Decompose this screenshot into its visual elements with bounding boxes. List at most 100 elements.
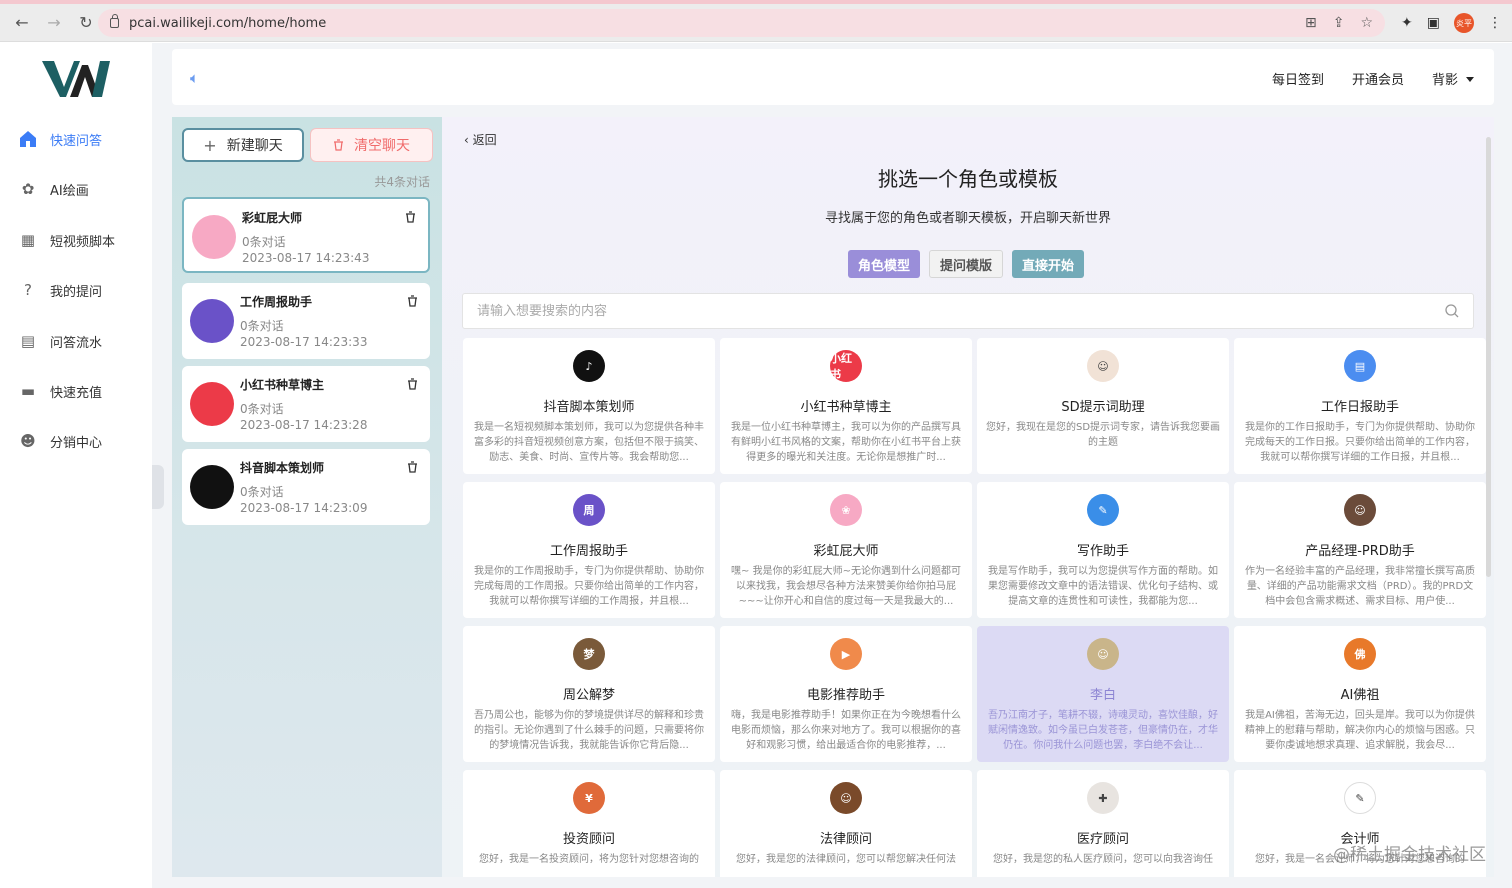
page-subtitle: 寻找属于您的角色或者聊天模板，开启聊天新世界 <box>824 211 1111 226</box>
sidebar-item-video-script[interactable]: ▦ 短视频脚本 <box>18 228 115 252</box>
tiktok-avatar <box>190 465 234 509</box>
template-avatar-icon: 佛 <box>1344 638 1376 670</box>
theme-dropdown[interactable]: 背影 <box>1432 69 1474 88</box>
address-bar[interactable]: pcai.wailikeji.com/home/home ⊞ ⇪ ☆ <box>98 9 1385 37</box>
template-name: 李白 <box>1089 688 1116 703</box>
caret-down-icon <box>1466 77 1474 82</box>
calendar-avatar <box>190 299 234 343</box>
trash-icon[interactable] <box>407 461 418 473</box>
sidebar-item-label: 问答流水 <box>50 335 103 351</box>
template-description: 嗨，我是电影推荐助手！如果你正在为今晚想看什么电影而烦恼，那么你来对地方了。我可… <box>731 710 961 751</box>
top-header: 🔈︎ 每日签到 开通会员 背影 <box>172 49 1494 105</box>
scrollbar[interactable] <box>1486 137 1491 577</box>
template-card[interactable]: 佛 AI佛祖 我是AI佛祖，苦海无边，回头是岸。我可以为你提供精神上的慰藉与帮助，解… <box>1234 626 1486 762</box>
plus-icon: + <box>203 135 217 155</box>
sidebar-collapse-handle[interactable] <box>152 465 164 509</box>
template-avatar-icon: ☺ <box>830 782 862 814</box>
trash-icon[interactable] <box>407 295 418 307</box>
template-card[interactable]: ▶ 电影推荐助手 嗨，我是电影推荐助手！如果你正在为今晚想看什么电影而烦恼，那么你来… <box>720 626 972 762</box>
template-card[interactable]: ☺ SD提示词助理 您好，我现在是您的SD提示词专家，请告诉我您要画的主题 <box>977 338 1229 474</box>
menu-kebab-icon[interactable]: ⋮ <box>1488 15 1502 31</box>
chat-item-name: 彩虹屁大师 <box>242 211 303 225</box>
template-card[interactable]: 梦周公解梦吾乃周公也，能够为你的梦境提供详尽的解释和珍贵的指引。无论你遇到了什么… <box>463 626 715 762</box>
template-card[interactable]: 小红书 小红书种草博主 我是一位小红书种草博主，我可以为你的产品撰写具有鲜明小红书风… <box>720 338 972 474</box>
tab-start-directly[interactable]: 直接开始 <box>1012 250 1085 278</box>
template-avatar-icon: ¥ <box>573 782 605 814</box>
template-card[interactable]: 周工作周报助手 我是你的工作周报助手，专门为你提供帮助、协助你完成每周的工作周报。… <box>463 482 715 618</box>
chat-item[interactable]: 彩虹屁大师 0条对话 2023-08-17 14:23:43 <box>182 197 430 273</box>
chat-item-time: 2023-08-17 14:23:43 <box>242 251 370 265</box>
trash-icon[interactable] <box>405 211 416 223</box>
sidebar-item-my-questions[interactable]: ? 我的提问 <box>18 278 102 302</box>
search-icon[interactable] <box>1445 304 1459 318</box>
chat-item-count: 0条对话 <box>242 235 286 249</box>
sidebar-item-quick-qa[interactable]: 快速问答 <box>18 127 102 151</box>
template-description: 我是一位小红书种草博主，我可以为你的产品撰写具有鲜明小红书风格的文案，帮助你在小… <box>731 422 961 463</box>
chat-item-name: 抖音脚本策划师 <box>240 461 325 475</box>
daily-checkin-link[interactable]: 每日签到 <box>1272 69 1324 88</box>
speaker-icon[interactable]: 🔈︎ <box>190 69 199 87</box>
template-description: 我是你的工作周报助手，专门为你提供帮助、协助你完成每周的工作周报。只要你给出简单… <box>474 566 704 607</box>
vip-link[interactable]: 开通会员 <box>1352 69 1404 88</box>
tab-role-model[interactable]: 角色模型 <box>848 250 921 278</box>
chat-item-count: 0条对话 <box>240 402 284 416</box>
search-input[interactable] <box>463 294 1423 328</box>
template-description: 您好，我是您的法律顾问，您可以帮您解决任何法 <box>736 854 956 865</box>
template-name: 医疗顾问 <box>1076 832 1129 847</box>
template-card[interactable]: ☺ 产品经理-PRD助手 作为一名经验丰富的产品经理，我非常擅长撰写高质量、详细的产… <box>1234 482 1486 618</box>
template-name: 周公解梦 <box>562 688 615 703</box>
chat-item[interactable]: 抖音脚本策划师 0条对话 2023-08-17 14:23:09 <box>182 449 430 525</box>
translate-icon[interactable]: ⊞ <box>1305 15 1317 31</box>
theme-label: 背影 <box>1431 73 1458 88</box>
sidebar-item-ai-painting[interactable]: ✿ AI绘画 <box>18 177 89 201</box>
template-card[interactable]: ✚ 医疗顾问 您好，我是您的私人医疗顾问，您可以向我咨询任 <box>977 770 1229 877</box>
template-description: 我是你的工作日报助手，专门为你提供帮助、协助你完成每天的工作日报。只要你给出简单… <box>1245 422 1475 463</box>
template-avatar-icon: ▶ <box>830 638 862 670</box>
template-card[interactable]: ♪ 抖音脚本策划师 我是一名短视频脚本策划师，我可以为您提供各种丰富多彩的抖音短视频… <box>463 338 715 474</box>
extensions-icon[interactable]: ✦ <box>1401 15 1413 31</box>
template-avatar-icon: ▤ <box>1344 350 1376 382</box>
search-box <box>462 293 1474 329</box>
sidebar-item-label: 短视频脚本 <box>50 234 116 250</box>
chat-item[interactable]: 小红书种草博主 0条对话 2023-08-17 14:23:28 <box>182 366 430 442</box>
back-arrow-icon[interactable]: ← <box>8 9 36 37</box>
page-title: 挑选一个角色或模板 <box>878 167 1058 191</box>
template-name: SD提示词助理 <box>1061 400 1145 415</box>
sidepanel-icon[interactable]: ▣ <box>1427 15 1440 31</box>
template-card[interactable]: ☺ 法律顾问您好，我是您的法律顾问，您可以帮您解决任何法 <box>720 770 972 877</box>
template-card[interactable]: ✎ 写作助手 我是写作助手，我可以为您提供写作方面的帮助。如果您需要修改文章中的语法… <box>977 482 1229 618</box>
template-card[interactable]: ▤ 工作日报助手 我是你的工作日报助手，专门为你提供帮助、协助你完成每天的工作日报。… <box>1234 338 1486 474</box>
chat-item[interactable]: 工作周报助手 0条对话 2023-08-17 14:23:33 <box>182 283 430 359</box>
template-description: 我是一名短视频脚本策划师，我可以为您提供各种丰富多彩的抖音短视频创意方案，包括但… <box>474 422 704 463</box>
sidebar-item-recharge[interactable]: ▬ 快速充值 <box>18 379 102 403</box>
template-card[interactable]: ¥ 投资顾问 您好，我是一名投资顾问，将为您针对您想咨询的 <box>463 770 715 877</box>
forward-arrow-icon[interactable]: → <box>40 9 68 37</box>
template-avatar-icon: ♪ <box>573 350 605 382</box>
sidebar-item-label: AI绘画 <box>50 183 89 199</box>
template-card[interactable]: ❀ 彩虹屁大师 嘿~ 我是你的彩虹屁大师~无论你遇到什么问题都可以来找我，我会想尽各… <box>720 482 972 618</box>
sidebar-item-distribution[interactable]: ☻ 分销中心 <box>18 429 102 453</box>
bookmark-star-icon[interactable]: ☆ <box>1360 15 1373 31</box>
clear-chat-button[interactable]: 清空聊天 <box>310 128 433 162</box>
trash-icon[interactable] <box>407 378 418 390</box>
sidebar-item-qa-history[interactable]: ▤ 问答流水 <box>18 329 102 353</box>
back-link[interactable]: ‹ 返回 <box>464 131 497 148</box>
template-description: 吾乃周公也，能够为你的梦境提供详尽的解释和珍贵的指引。无论你遇到了什么棘手的问题… <box>474 710 704 751</box>
users-icon: ☻ <box>20 432 36 450</box>
watermark: @稀土掘金技术社区 <box>1333 845 1486 865</box>
template-name: 小红书种草博主 <box>800 400 892 415</box>
sidebar-item-label: 分销中心 <box>50 435 103 451</box>
sidebar: 快速问答 ✿ AI绘画 ▦ 短视频脚本 ? 我的提问 ▤ 问答流水 ▬ 快速充值… <box>0 43 152 888</box>
template-card[interactable]: ☺ 李白 吾乃江南才子，笔耕不辍，诗魂灵动，喜饮佳酿，好赋闲情逸致。如今虽已白发苍苍… <box>977 626 1229 762</box>
reload-icon[interactable]: ↻ <box>72 9 100 37</box>
template-description: 我是AI佛祖，苦海无边，回头是岸。我可以为你提供精神上的慰藉与帮助，解决你内心的… <box>1245 710 1475 751</box>
tab-question-template[interactable]: 提问模版 <box>929 250 1004 278</box>
profile-avatar[interactable]: 炎平 <box>1454 13 1474 33</box>
chat-list-panel: + 新建聊天 清空聊天 共4条对话 彩虹屁大师 0条对话 2023-08-17 14… <box>172 117 442 877</box>
new-chat-button[interactable]: + 新建聊天 <box>182 128 304 162</box>
sidebar-item-label: 我的提问 <box>50 284 103 300</box>
template-name: 法律顾问 <box>819 832 872 847</box>
template-avatar-icon: 周 <box>573 494 605 526</box>
share-icon[interactable]: ⇪ <box>1333 15 1345 31</box>
template-avatar-icon: 梦 <box>573 638 605 670</box>
